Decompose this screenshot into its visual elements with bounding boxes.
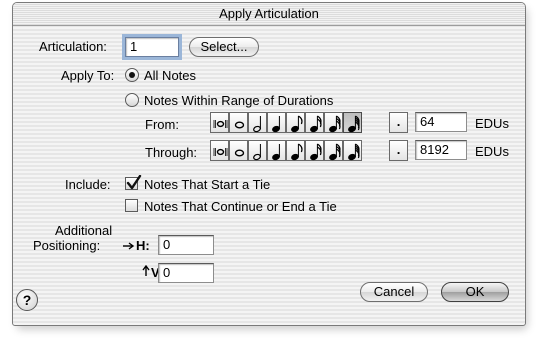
- v-field[interactable]: 0: [158, 263, 214, 283]
- select-button[interactable]: Select...: [189, 37, 259, 57]
- from-breve-button[interactable]: [210, 112, 229, 133]
- sixty-fourth-note-icon: [348, 115, 360, 133]
- through-label: Through:: [145, 145, 198, 160]
- from-unit-label: EDUs: [475, 116, 509, 131]
- breve-icon: [213, 148, 228, 156]
- thirty-second-note-icon: [329, 143, 341, 161]
- through-whole-note-button[interactable]: [229, 140, 248, 161]
- sixteenth-note-icon: [310, 115, 322, 133]
- from-whole-note-button[interactable]: [229, 112, 248, 133]
- title-bar[interactable]: Apply Articulation: [13, 3, 525, 26]
- start-tie-checkbox[interactable]: [125, 175, 142, 190]
- from-eighth-note-button[interactable]: [286, 112, 305, 133]
- from-edu-field[interactable]: 64: [415, 112, 467, 132]
- through-sixteenth-note-button[interactable]: [305, 140, 324, 161]
- continue-tie-checkbox[interactable]: [125, 199, 138, 212]
- h-label: H:: [136, 238, 150, 253]
- start-tie-label[interactable]: Notes That Start a Tie: [144, 177, 270, 192]
- all-notes-label[interactable]: All Notes: [144, 68, 196, 83]
- from-dot-button[interactable]: .: [389, 112, 408, 133]
- through-edu-field[interactable]: 8192: [415, 140, 467, 160]
- all-notes-radio[interactable]: [125, 68, 139, 82]
- help-button[interactable]: ?: [16, 289, 38, 311]
- half-note-icon: [253, 144, 261, 161]
- through-unit-label: EDUs: [475, 144, 509, 159]
- from-quarter-note-button[interactable]: [267, 112, 286, 133]
- eighth-note-icon: [291, 143, 303, 161]
- continue-tie-label[interactable]: Notes That Continue or End a Tie: [144, 199, 337, 214]
- articulation-field[interactable]: 1: [125, 37, 179, 57]
- checkmark-icon: [126, 175, 142, 190]
- through-dot-button[interactable]: .: [389, 140, 408, 161]
- range-durations-radio[interactable]: [125, 93, 139, 107]
- articulation-label: Articulation:: [39, 39, 107, 54]
- thirty-second-note-icon: [329, 115, 341, 133]
- through-eighth-note-button[interactable]: [286, 140, 305, 161]
- sixty-fourth-note-icon: [348, 143, 360, 161]
- apply-articulation-dialog: Apply Articulation Articulation: 1 Selec…: [12, 2, 526, 326]
- from-thirty-second-note-button[interactable]: [324, 112, 343, 133]
- sixteenth-note-icon: [310, 143, 322, 161]
- through-breve-button[interactable]: [210, 140, 229, 161]
- from-label: From:: [145, 117, 179, 132]
- half-note-icon: [253, 116, 261, 133]
- cancel-button[interactable]: Cancel: [360, 282, 428, 302]
- quarter-note-icon: [272, 116, 280, 133]
- from-sixty-fourth-note-button[interactable]: [343, 112, 362, 133]
- up-arrow-icon: [142, 265, 150, 276]
- through-sixty-fourth-note-button[interactable]: [343, 140, 362, 161]
- ok-button[interactable]: OK: [441, 282, 509, 302]
- additional-label: Additional: [55, 223, 113, 238]
- right-arrow-icon: [123, 242, 135, 250]
- positioning-label: Positioning:: [33, 238, 101, 253]
- whole-note-icon: [234, 149, 245, 157]
- whole-note-icon: [234, 121, 245, 129]
- range-durations-label[interactable]: Notes Within Range of Durations: [144, 93, 333, 108]
- eighth-note-icon: [291, 115, 303, 133]
- breve-icon: [213, 120, 228, 128]
- through-thirty-second-note-button[interactable]: [324, 140, 343, 161]
- h-field[interactable]: 0: [158, 235, 214, 255]
- from-half-note-button[interactable]: [248, 112, 267, 133]
- through-half-note-button[interactable]: [248, 140, 267, 161]
- quarter-note-icon: [272, 144, 280, 161]
- window-title: Apply Articulation: [219, 6, 319, 21]
- through-quarter-note-button[interactable]: [267, 140, 286, 161]
- apply-to-label: Apply To:: [61, 68, 115, 83]
- from-sixteenth-note-button[interactable]: [305, 112, 324, 133]
- include-label: Include:: [65, 177, 111, 192]
